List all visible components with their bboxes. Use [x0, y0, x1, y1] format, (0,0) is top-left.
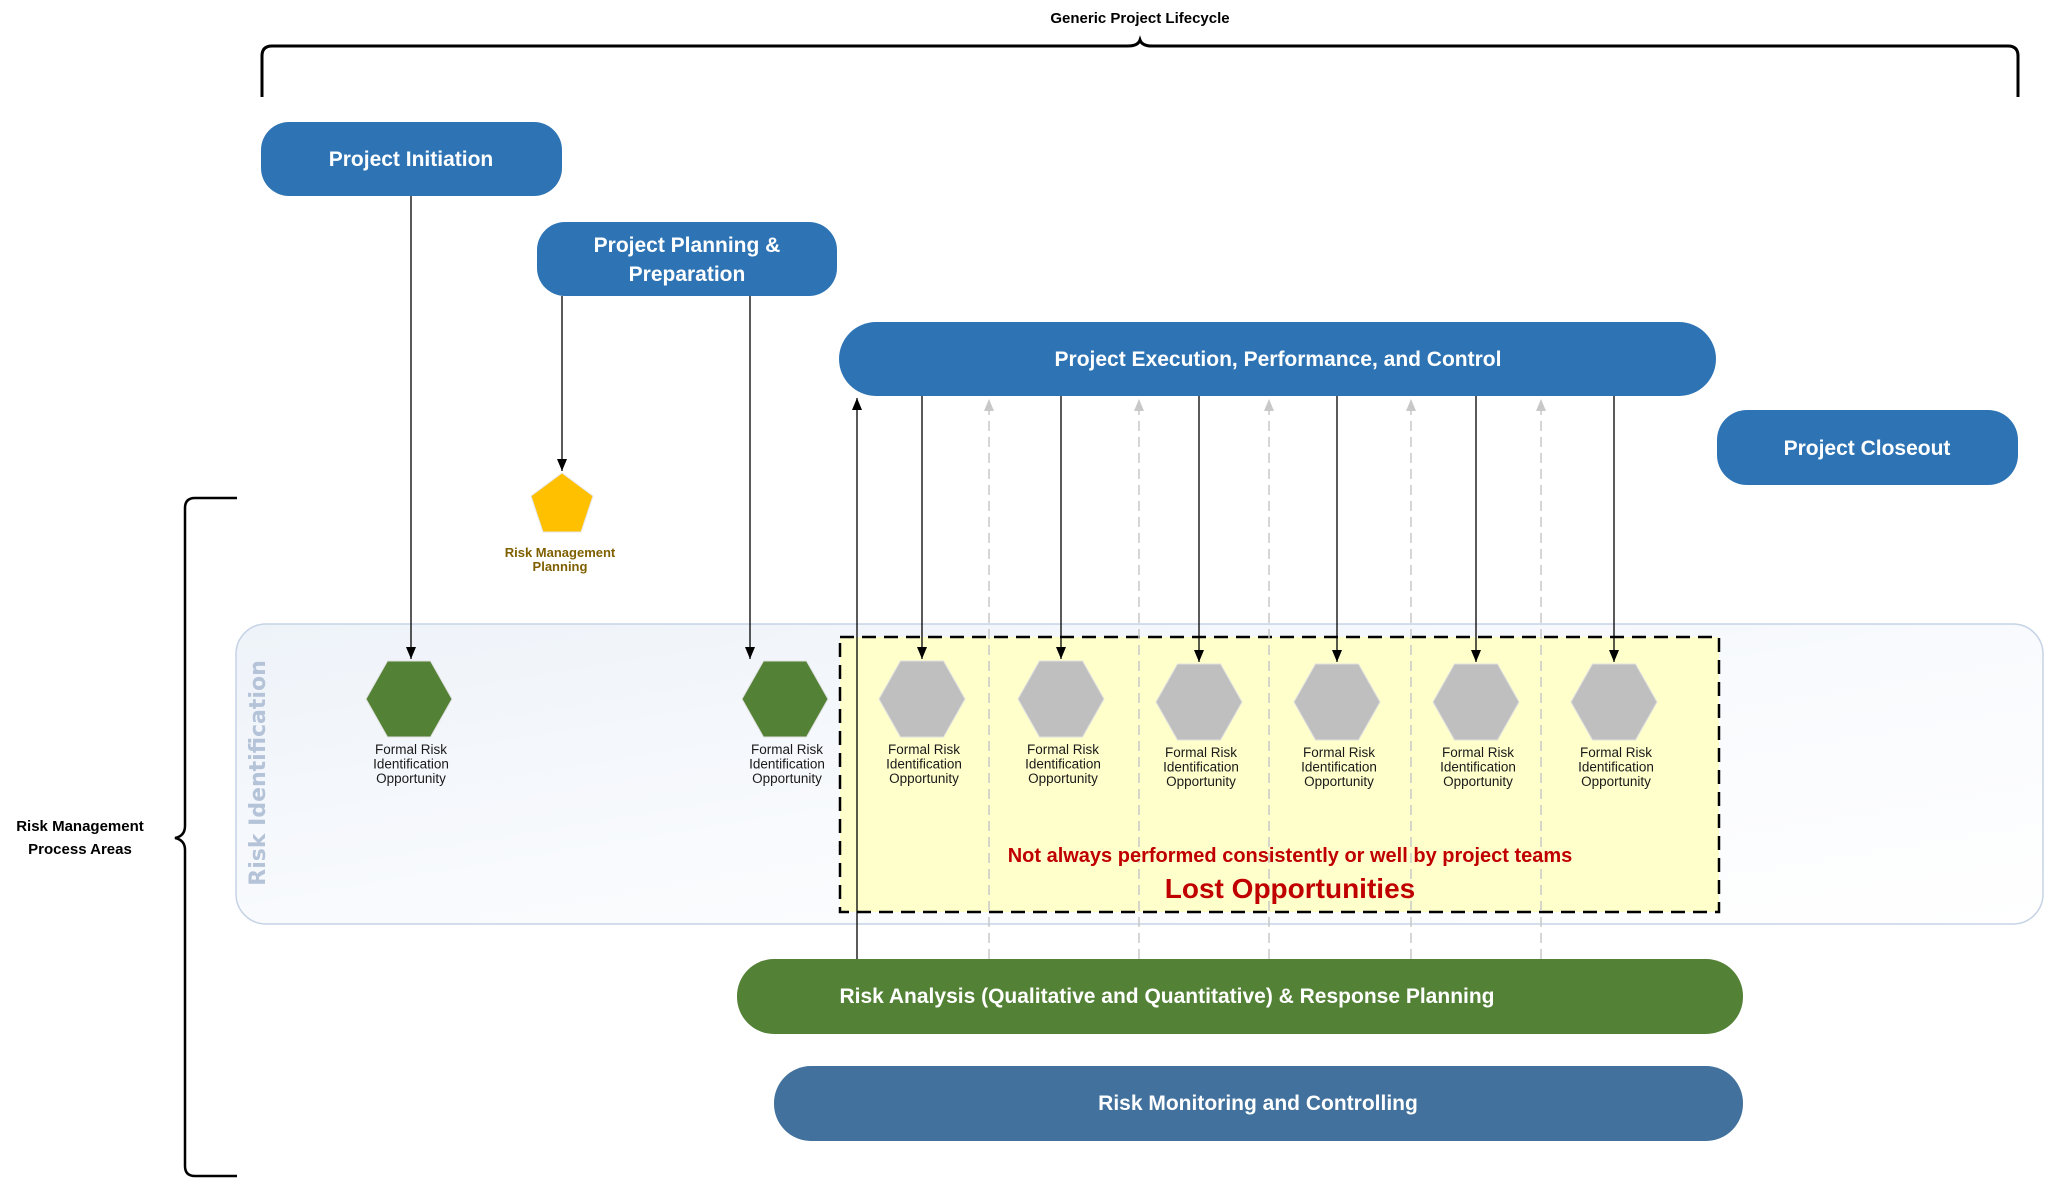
- phase-execution-label: Project Execution, Performance, and Cont…: [1055, 348, 1502, 371]
- phase-planning-label-line2: Preparation: [629, 263, 746, 286]
- rmp-label-line2: Planning: [533, 559, 588, 574]
- opportunity-label-line: Identification: [1578, 760, 1654, 775]
- opportunity-label-line: Formal Risk: [888, 742, 960, 757]
- lifecycle-title: Generic Project Lifecycle: [1050, 10, 1229, 27]
- pentagon-icon: [530, 472, 594, 533]
- opportunity-label-line: Opportunity: [1304, 774, 1374, 789]
- opportunity-label-line: Formal Risk: [751, 742, 823, 757]
- risk-management-planning[interactable]: Risk Management Planning: [505, 472, 616, 574]
- phase-initiation[interactable]: Project Initiation: [261, 122, 562, 196]
- opportunity-label-line: Opportunity: [1028, 771, 1098, 786]
- opportunity-label-line: Formal Risk: [1303, 745, 1375, 760]
- phase-closeout-label: Project Closeout: [1784, 437, 1951, 460]
- opportunity-label-line: Identification: [1025, 757, 1101, 772]
- opportunity-label-line: Formal Risk: [1580, 745, 1652, 760]
- opportunity-label-line: Opportunity: [752, 771, 822, 786]
- phase-planning[interactable]: Project Planning & Preparation: [537, 222, 837, 296]
- risk-identification-label: Risk Identification: [246, 660, 271, 885]
- phase-closeout[interactable]: Project Closeout: [1717, 410, 2018, 485]
- opportunity-label-line: Identification: [1163, 760, 1239, 775]
- opportunity-label-line: Identification: [1301, 760, 1377, 775]
- phase-initiation-label: Project Initiation: [329, 148, 494, 171]
- opportunity-label-line: Opportunity: [376, 771, 446, 786]
- opportunity-label-line: Formal Risk: [375, 742, 447, 757]
- process-areas-label-line2: Process Areas: [28, 841, 132, 858]
- opportunity-label-line: Opportunity: [1581, 774, 1651, 789]
- risk-analysis-label: Risk Analysis (Qualitative and Quantitat…: [839, 985, 1494, 1008]
- lost-opportunities-heading: Lost Opportunities: [1165, 873, 1415, 904]
- opportunity-label-line: Opportunity: [1166, 774, 1236, 789]
- opportunity-label-line: Opportunity: [889, 771, 959, 786]
- lifecycle-bracket: [260, 35, 2020, 97]
- opportunity-label-line: Identification: [1440, 760, 1516, 775]
- phase-planning-label-line1: Project Planning &: [594, 234, 781, 257]
- rmp-label-line1: Risk Management: [505, 545, 616, 560]
- risk-monitoring-label: Risk Monitoring and Controlling: [1098, 1092, 1418, 1115]
- opportunity-label-line: Formal Risk: [1442, 745, 1514, 760]
- process-areas-label-line1: Risk Management: [16, 818, 144, 835]
- risk-monitoring-band[interactable]: Risk Monitoring and Controlling: [774, 1066, 1743, 1141]
- opportunity-label-line: Formal Risk: [1165, 745, 1237, 760]
- opportunity-label-line: Identification: [749, 757, 825, 772]
- opportunity-label-line: Identification: [373, 757, 449, 772]
- phase-execution[interactable]: Project Execution, Performance, and Cont…: [839, 322, 1716, 396]
- process-areas-bracket: [174, 496, 237, 1178]
- opportunity-label-line: Formal Risk: [1027, 742, 1099, 757]
- lost-opportunities-note: Not always performed consistently or wel…: [1008, 845, 1573, 867]
- risk-analysis-band[interactable]: Risk Analysis (Qualitative and Quantitat…: [737, 959, 1743, 1034]
- opportunity-label-line: Opportunity: [1443, 774, 1513, 789]
- opportunity-label-line: Identification: [886, 757, 962, 772]
